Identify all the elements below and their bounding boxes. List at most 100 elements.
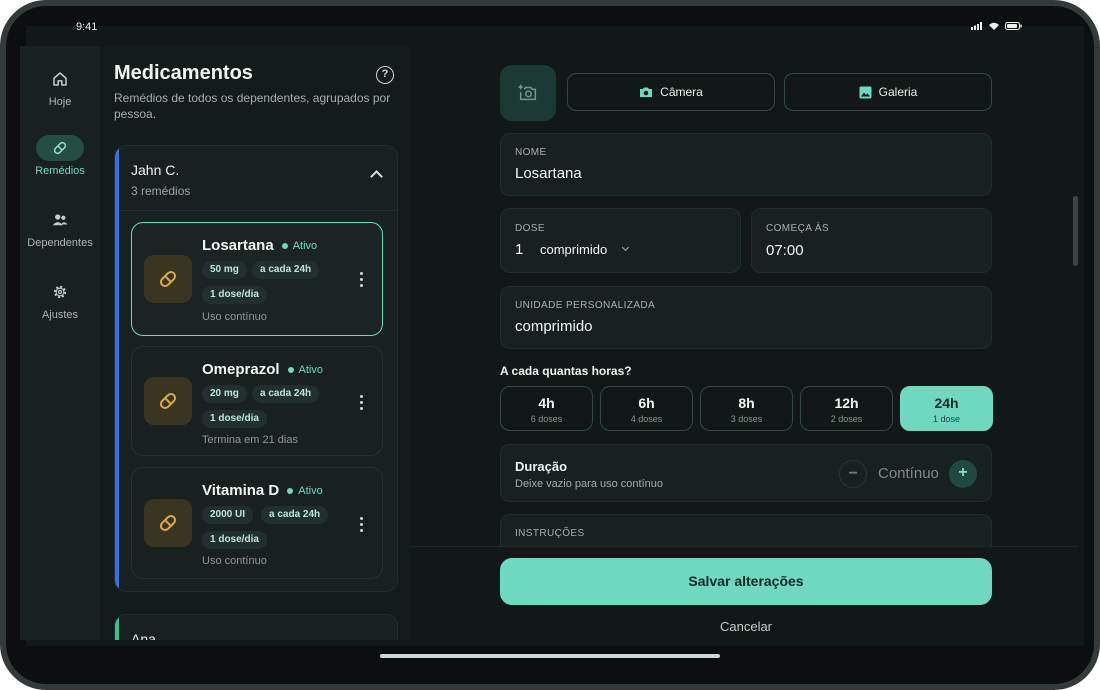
interval-hours: 8h bbox=[738, 395, 755, 411]
more-options-icon[interactable] bbox=[360, 272, 364, 288]
custom-unit-field[interactable]: UNIDADE PERSONALIZADA comprimido bbox=[500, 286, 992, 349]
status-bar: 9:41 bbox=[0, 0, 1100, 33]
interval-hours: 24h bbox=[934, 395, 959, 411]
nav-item-hoje[interactable]: Hoje bbox=[20, 66, 100, 108]
med-card-vitamina-d[interactable]: Vitamina D Ativo 2000 UI a cada 24h 1 dos… bbox=[131, 467, 383, 579]
interval-question: A cada quantas horas? bbox=[500, 364, 632, 378]
interval-doses: 4 doses bbox=[630, 414, 663, 424]
gallery-label: Galeria bbox=[878, 85, 918, 99]
status-dot bbox=[287, 366, 294, 373]
edit-medication-form: Câmera Galeria NOME Losartana DOSE 1 com… bbox=[410, 46, 1078, 640]
nav-label-hoje: Hoje bbox=[48, 96, 72, 108]
name-field-value: Losartana bbox=[515, 165, 582, 182]
dose-unit-select[interactable]: comprimido bbox=[540, 242, 607, 257]
dose-field[interactable]: DOSE 1 comprimido bbox=[500, 208, 741, 273]
start-time-field[interactable]: COMEÇA ÀS 07:00 bbox=[751, 208, 992, 273]
med-icon-box bbox=[144, 499, 192, 547]
duration-value: Contínuo bbox=[878, 465, 939, 482]
group-name: Ana bbox=[131, 631, 156, 640]
med-icon-box bbox=[144, 255, 192, 303]
dose-chip: 2000 UI bbox=[202, 506, 254, 524]
per-day-chip: 1 dose/dia bbox=[202, 410, 267, 428]
duration-field: Duração Deixe vazio para uso contínuo − … bbox=[500, 444, 992, 502]
interval-option-8h[interactable]: 8h 3 doses bbox=[700, 386, 793, 431]
interval-option-6h[interactable]: 6h 4 doses bbox=[600, 386, 693, 431]
nav-label-ajustes: Ajustes bbox=[41, 309, 79, 321]
dependent-group-jahn: Jahn C. 3 remédios Losartana Ativo 50 mg … bbox=[114, 145, 398, 592]
dose-chip: 50 mg bbox=[202, 261, 247, 279]
med-name: Losartana bbox=[202, 237, 274, 254]
interval-option-4h[interactable]: 4h 6 doses bbox=[500, 386, 593, 431]
interval-doses: 3 doses bbox=[730, 414, 763, 424]
help-icon[interactable]: ? bbox=[376, 66, 394, 84]
camera-label: Câmera bbox=[660, 85, 703, 99]
dose-value-input[interactable]: 1 bbox=[515, 241, 523, 258]
dependent-group-ana[interactable]: Ana bbox=[114, 614, 398, 640]
pill-icon bbox=[53, 141, 67, 155]
pill-icon bbox=[159, 392, 177, 410]
increase-duration-button[interactable]: + bbox=[949, 460, 977, 488]
group-accent-bar bbox=[115, 615, 119, 640]
per-day-chip: 1 dose/dia bbox=[202, 286, 267, 304]
start-time-value: 07:00 bbox=[766, 242, 804, 259]
status-badge: Ativo bbox=[292, 240, 318, 253]
camera-button[interactable]: Câmera bbox=[567, 73, 775, 111]
scrollbar[interactable] bbox=[1073, 196, 1078, 266]
save-button[interactable]: Salvar alterações bbox=[500, 558, 992, 605]
gallery-button[interactable]: Galeria bbox=[784, 73, 992, 111]
pill-icon bbox=[159, 514, 177, 532]
more-options-icon[interactable] bbox=[360, 517, 364, 533]
interval-hours: 4h bbox=[538, 395, 555, 411]
photo-placeholder[interactable] bbox=[500, 65, 556, 121]
nav-label-dependentes: Dependentes bbox=[27, 237, 93, 249]
chevron-up-icon[interactable] bbox=[370, 170, 383, 183]
home-indicator[interactable] bbox=[380, 654, 720, 658]
interval-chip: a cada 24h bbox=[252, 261, 320, 279]
nav-item-remedios[interactable]: Remédios bbox=[20, 135, 100, 177]
med-footer: Uso contínuo bbox=[202, 555, 267, 567]
start-time-label: COMEÇA ÀS bbox=[766, 223, 830, 234]
interval-option-12h[interactable]: 12h 2 doses bbox=[800, 386, 893, 431]
medication-list-panel: Medicamentos ? Remédios de todos os depe… bbox=[100, 46, 410, 640]
nav-label-remedios: Remédios bbox=[35, 165, 85, 177]
status-dot bbox=[287, 487, 294, 494]
camera-icon bbox=[640, 87, 653, 97]
interval-option-24h[interactable]: 24h 1 dose bbox=[900, 386, 993, 431]
med-card-omeprazol[interactable]: Omeprazol Ativo 20 mg a cada 24h 1 dose/d… bbox=[131, 346, 383, 456]
duration-hint: Deixe vazio para uso contínuo bbox=[515, 478, 663, 490]
duration-title: Duração bbox=[515, 459, 568, 474]
med-card-losartana[interactable]: Losartana Ativo 50 mg a cada 24h 1 dose/d… bbox=[131, 222, 383, 336]
home-icon bbox=[53, 72, 67, 86]
interval-chip: a cada 24h bbox=[252, 385, 320, 403]
interval-chip: a cada 24h bbox=[261, 506, 329, 524]
per-day-chip: 1 dose/dia bbox=[202, 531, 267, 549]
custom-unit-value: comprimido bbox=[515, 318, 593, 335]
dose-field-label: DOSE bbox=[515, 223, 545, 234]
signal-icon bbox=[971, 22, 982, 30]
form-actions: Salvar alterações Cancelar bbox=[410, 546, 1078, 640]
nav-item-ajustes[interactable]: Ajustes bbox=[20, 279, 100, 321]
nav-item-dependentes[interactable]: Dependentes bbox=[20, 207, 100, 249]
add-photo-icon bbox=[518, 84, 537, 101]
wifi-icon bbox=[989, 22, 999, 30]
interval-doses: 6 doses bbox=[530, 414, 563, 424]
name-field[interactable]: NOME Losartana bbox=[500, 133, 992, 196]
navigation-rail: Hoje Remédios Dependentes Ajustes bbox=[20, 46, 100, 640]
page-title: Medicamentos bbox=[114, 62, 253, 84]
status-badge: Ativo bbox=[298, 364, 323, 377]
interval-hours: 6h bbox=[638, 395, 655, 411]
med-name: Omeprazol bbox=[202, 361, 280, 378]
cancel-button[interactable]: Cancelar bbox=[500, 619, 992, 634]
custom-unit-label: UNIDADE PERSONALIZADA bbox=[515, 300, 656, 311]
instructions-label: INSTRUÇÕES bbox=[515, 528, 585, 539]
interval-hours: 12h bbox=[834, 395, 859, 411]
decrease-duration-button[interactable]: − bbox=[839, 460, 867, 488]
med-footer: Uso contínuo bbox=[202, 311, 267, 323]
more-options-icon[interactable] bbox=[360, 395, 364, 411]
med-name: Vitamina D bbox=[202, 482, 280, 499]
group-count: 3 remédios bbox=[131, 184, 191, 198]
page-subtitle: Remédios de todos os dependentes, agrupa… bbox=[114, 91, 391, 121]
chevron-down-icon[interactable] bbox=[621, 243, 630, 252]
group-name: Jahn C. bbox=[131, 162, 180, 178]
pill-icon bbox=[159, 270, 177, 288]
